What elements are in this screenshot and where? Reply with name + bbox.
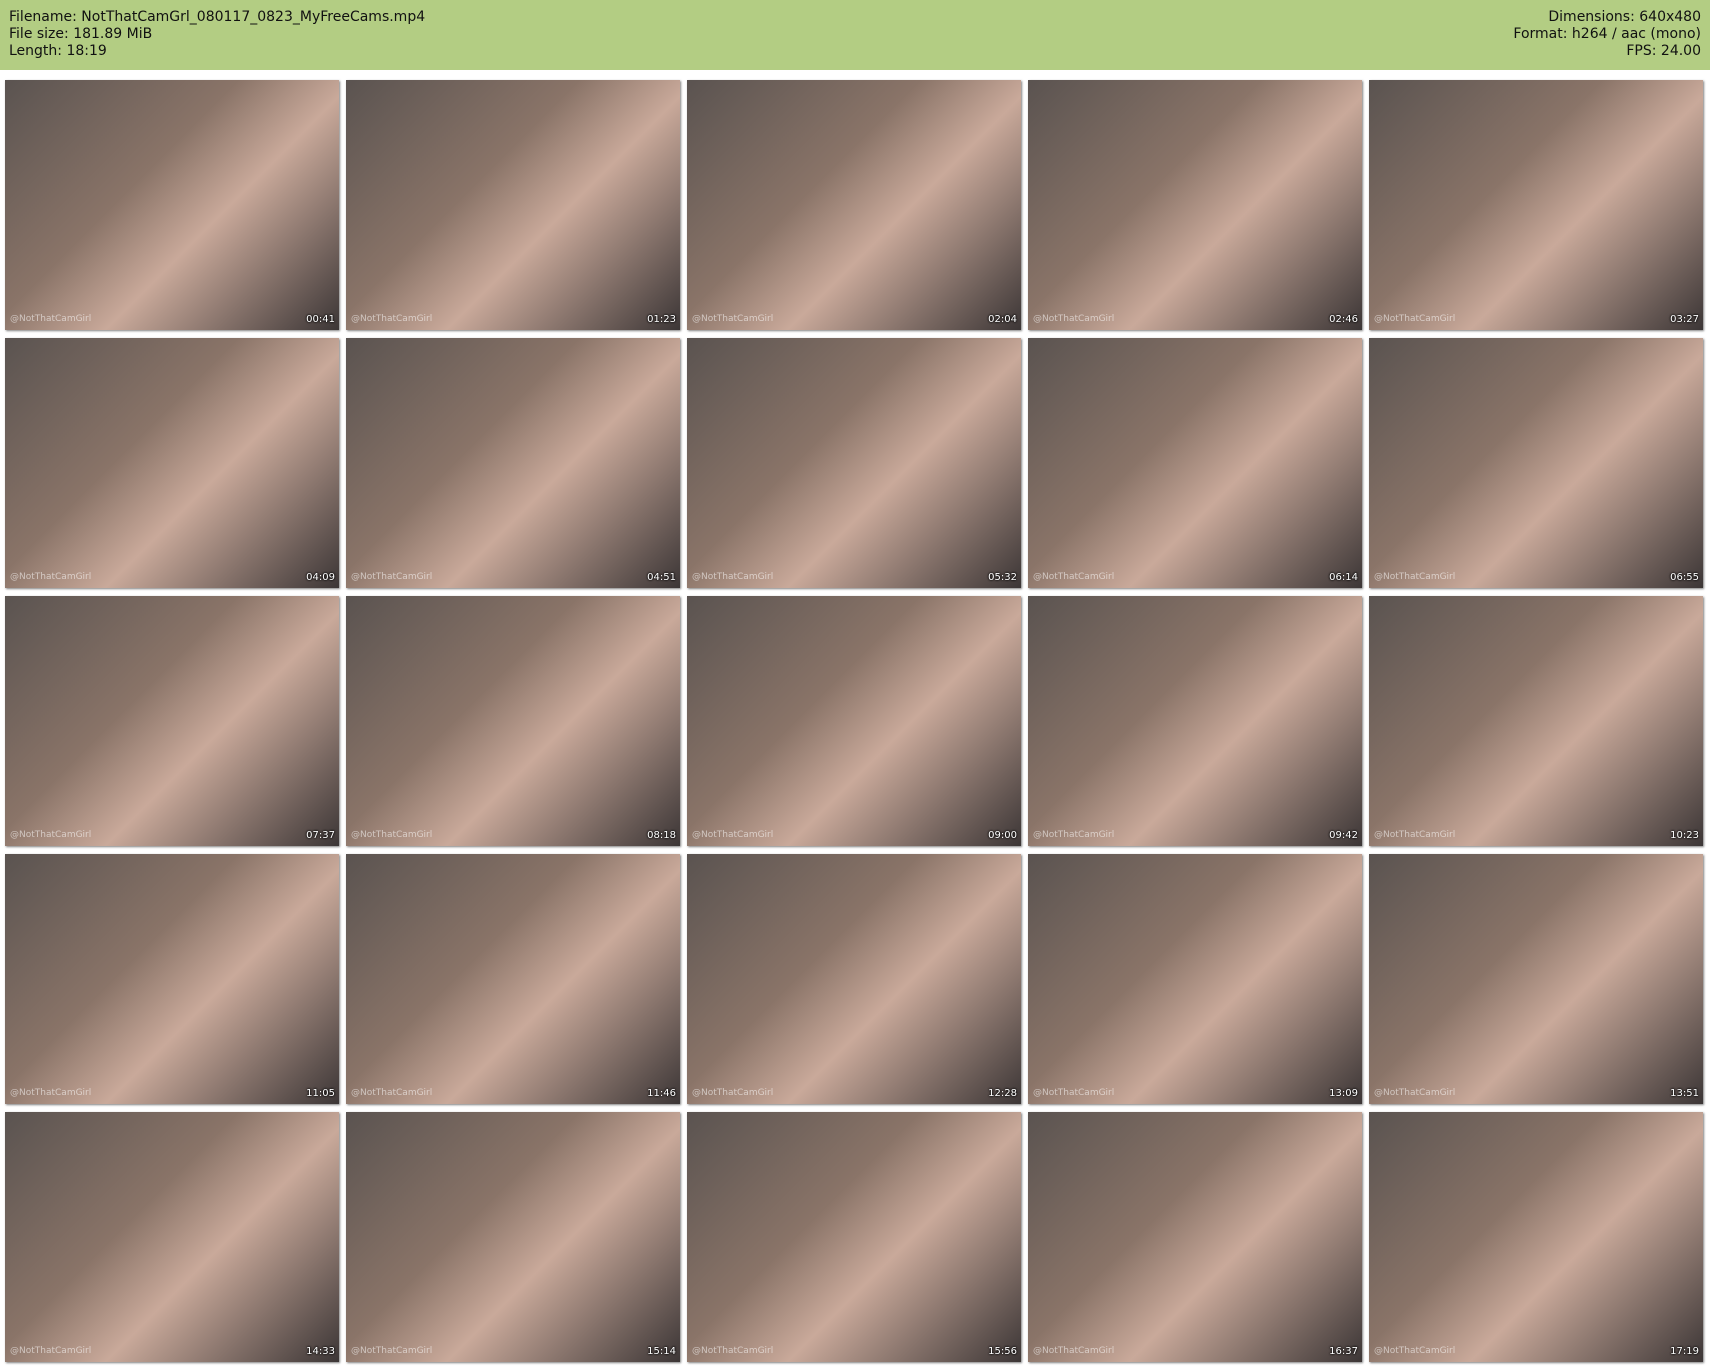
thumbnail: @NotThatCamGirl 06:14 bbox=[1028, 338, 1362, 588]
filename: Filename: NotThatCamGrl_080117_0823_MyFr… bbox=[9, 9, 426, 25]
timestamp: 08:18 bbox=[647, 830, 676, 841]
timestamp: 07:37 bbox=[306, 830, 335, 841]
thumbnail: @NotThatCamGirl 09:00 bbox=[687, 596, 1021, 846]
watermark: @NotThatCamGirl bbox=[351, 830, 433, 840]
thumbnail: @NotThatCamGirl 10:23 bbox=[1369, 596, 1703, 846]
timestamp: 12:28 bbox=[988, 1088, 1017, 1099]
watermark: @NotThatCamGirl bbox=[351, 314, 433, 324]
timestamp: 02:46 bbox=[1329, 314, 1358, 325]
watermark: @NotThatCamGirl bbox=[692, 830, 774, 840]
timestamp: 00:41 bbox=[306, 314, 335, 325]
watermark: @NotThatCamGirl bbox=[1033, 1088, 1115, 1098]
thumbnail: @NotThatCamGirl 05:32 bbox=[687, 338, 1021, 588]
timestamp: 09:00 bbox=[988, 830, 1017, 841]
watermark: @NotThatCamGirl bbox=[351, 572, 433, 582]
thumbnail: @NotThatCamGirl 00:41 bbox=[5, 80, 339, 330]
timestamp: 13:09 bbox=[1329, 1088, 1358, 1099]
watermark: @NotThatCamGirl bbox=[1033, 830, 1115, 840]
thumbnail: @NotThatCamGirl 01:23 bbox=[346, 80, 680, 330]
watermark: @NotThatCamGirl bbox=[1033, 572, 1115, 582]
timestamp: 13:51 bbox=[1670, 1088, 1699, 1099]
timestamp: 06:14 bbox=[1329, 572, 1358, 583]
watermark: @NotThatCamGirl bbox=[1033, 1346, 1115, 1356]
thumbnail: @NotThatCamGirl 11:05 bbox=[5, 854, 339, 1104]
timestamp: 15:14 bbox=[647, 1346, 676, 1357]
thumbnail: @NotThatCamGirl 16:37 bbox=[1028, 1112, 1362, 1362]
format: Format: h264 / aac (mono) bbox=[1513, 26, 1701, 42]
file-size: File size: 181.89 MiB bbox=[9, 26, 153, 42]
thumbnail-grid: @NotThatCamGirl 00:41 @NotThatCamGirl 01:23… bbox=[5, 80, 1703, 1362]
thumbnail: @NotThatCamGirl 15:56 bbox=[687, 1112, 1021, 1362]
thumbnail: @NotThatCamGirl 13:09 bbox=[1028, 854, 1362, 1104]
watermark: @NotThatCamGirl bbox=[1033, 314, 1115, 324]
dimensions: Dimensions: 640x480 bbox=[1548, 9, 1701, 25]
watermark: @NotThatCamGirl bbox=[10, 314, 92, 324]
watermark: @NotThatCamGirl bbox=[10, 572, 92, 582]
thumbnail: @NotThatCamGirl 04:09 bbox=[5, 338, 339, 588]
timestamp: 17:19 bbox=[1670, 1346, 1699, 1357]
thumbnail: @NotThatCamGirl 02:46 bbox=[1028, 80, 1362, 330]
thumbnail: @NotThatCamGirl 06:55 bbox=[1369, 338, 1703, 588]
timestamp: 04:51 bbox=[647, 572, 676, 583]
timestamp: 01:23 bbox=[647, 314, 676, 325]
timestamp: 15:56 bbox=[988, 1346, 1017, 1357]
watermark: @NotThatCamGirl bbox=[692, 1088, 774, 1098]
watermark: @NotThatCamGirl bbox=[351, 1088, 433, 1098]
timestamp: 10:23 bbox=[1670, 830, 1699, 841]
watermark: @NotThatCamGirl bbox=[10, 830, 92, 840]
thumbnail: @NotThatCamGirl 13:51 bbox=[1369, 854, 1703, 1104]
thumbnail: @NotThatCamGirl 09:42 bbox=[1028, 596, 1362, 846]
watermark: @NotThatCamGirl bbox=[10, 1346, 92, 1356]
timestamp: 05:32 bbox=[988, 572, 1017, 583]
thumbnail: @NotThatCamGirl 12:28 bbox=[687, 854, 1021, 1104]
thumbnail: @NotThatCamGirl 11:46 bbox=[346, 854, 680, 1104]
timestamp: 02:04 bbox=[988, 314, 1017, 325]
thumbnail: @NotThatCamGirl 02:04 bbox=[687, 80, 1021, 330]
watermark: @NotThatCamGirl bbox=[1374, 314, 1456, 324]
thumbnail: @NotThatCamGirl 04:51 bbox=[346, 338, 680, 588]
thumbnail: @NotThatCamGirl 15:14 bbox=[346, 1112, 680, 1362]
watermark: @NotThatCamGirl bbox=[1374, 830, 1456, 840]
timestamp: 14:33 bbox=[306, 1346, 335, 1357]
file-info-left: Filename: NotThatCamGrl_080117_0823_MyFr… bbox=[9, 9, 425, 60]
timestamp: 04:09 bbox=[306, 572, 335, 583]
file-info-header: Filename: NotThatCamGrl_080117_0823_MyFr… bbox=[0, 0, 1710, 70]
timestamp: 16:37 bbox=[1329, 1346, 1358, 1357]
watermark: @NotThatCamGirl bbox=[351, 1346, 433, 1356]
thumbnail: @NotThatCamGirl 07:37 bbox=[5, 596, 339, 846]
watermark: @NotThatCamGirl bbox=[1374, 1088, 1456, 1098]
timestamp: 09:42 bbox=[1329, 830, 1358, 841]
thumbnail: @NotThatCamGirl 14:33 bbox=[5, 1112, 339, 1362]
fps: FPS: 24.00 bbox=[1626, 43, 1701, 59]
thumbnail: @NotThatCamGirl 03:27 bbox=[1369, 80, 1703, 330]
thumbnail: @NotThatCamGirl 08:18 bbox=[346, 596, 680, 846]
watermark: @NotThatCamGirl bbox=[692, 1346, 774, 1356]
video-length: Length: 18:19 bbox=[9, 43, 107, 59]
watermark: @NotThatCamGirl bbox=[10, 1088, 92, 1098]
watermark: @NotThatCamGirl bbox=[1374, 1346, 1456, 1356]
timestamp: 03:27 bbox=[1670, 314, 1699, 325]
watermark: @NotThatCamGirl bbox=[1374, 572, 1456, 582]
timestamp: 06:55 bbox=[1670, 572, 1699, 583]
timestamp: 11:46 bbox=[647, 1088, 676, 1099]
file-info-right: Dimensions: 640x480 Format: h264 / aac (… bbox=[1513, 9, 1701, 60]
thumbnail: @NotThatCamGirl 17:19 bbox=[1369, 1112, 1703, 1362]
timestamp: 11:05 bbox=[306, 1088, 335, 1099]
watermark: @NotThatCamGirl bbox=[692, 314, 774, 324]
watermark: @NotThatCamGirl bbox=[692, 572, 774, 582]
